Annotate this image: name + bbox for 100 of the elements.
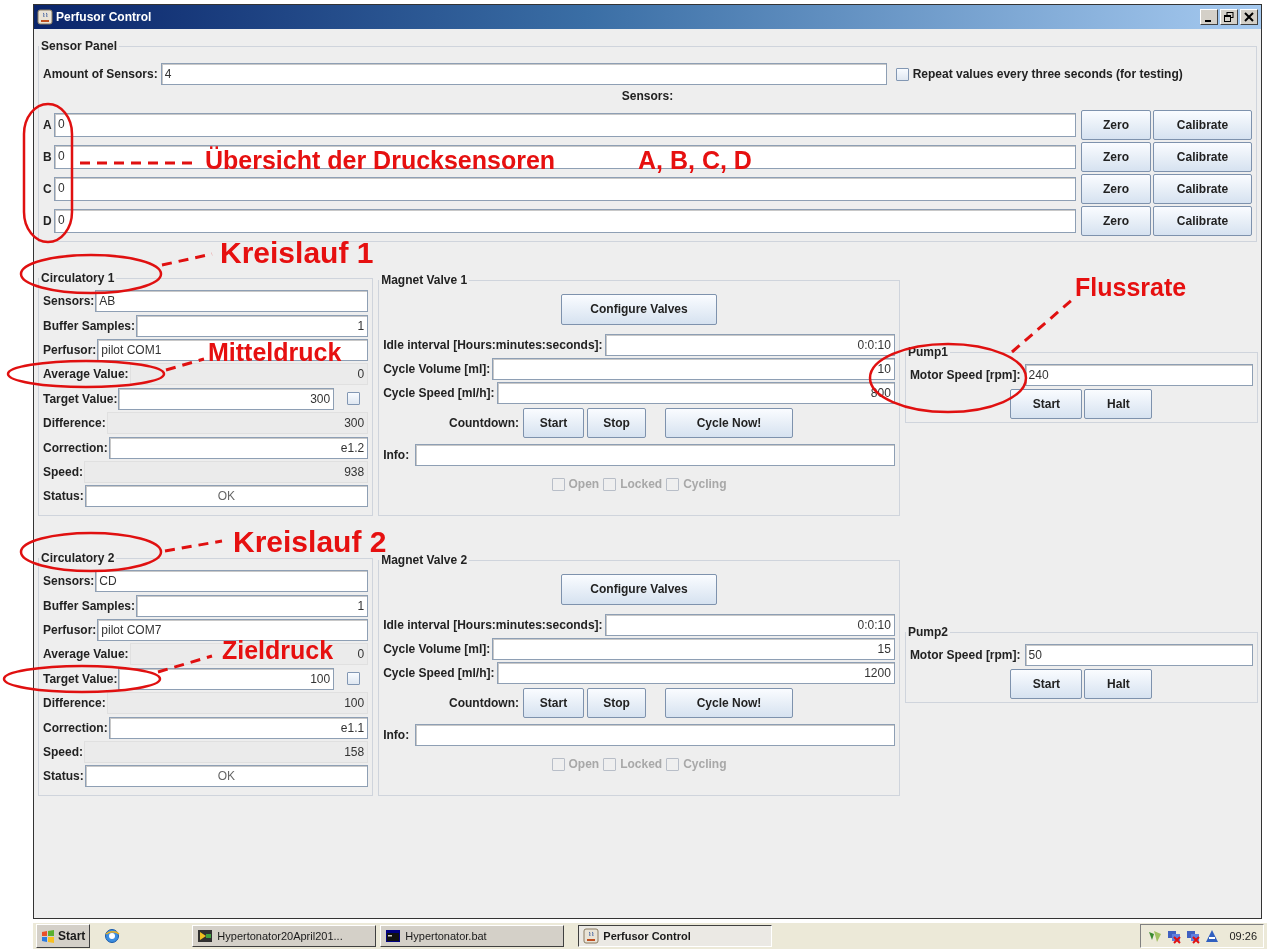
button[interactable]: Zero [1081, 142, 1151, 172]
group-title: Magnet Valve 2 [380, 553, 469, 567]
button[interactable]: Calibrate [1153, 142, 1252, 172]
button[interactable]: Stop [587, 688, 646, 718]
text-field[interactable]: 0 [54, 177, 1076, 201]
button[interactable]: Calibrate [1153, 206, 1252, 236]
button[interactable]: Zero [1081, 174, 1151, 204]
readonly-field: 158 [84, 740, 369, 763]
restore-icon [1224, 12, 1234, 22]
minimize-button[interactable] [1200, 9, 1218, 25]
field-label: Average Value: [43, 367, 129, 382]
button[interactable]: Start [523, 688, 584, 718]
leader-line [1011, 297, 1074, 354]
text-field[interactable]: 10 [492, 358, 895, 380]
text-field[interactable]: 50 [1024, 644, 1253, 666]
button[interactable]: Cycle Now! [665, 688, 793, 718]
readonly-field: 0 [129, 363, 369, 386]
field-label: Amount of Sensors: [43, 67, 158, 81]
field-label: Target Value: [43, 671, 118, 686]
button[interactable]: Calibrate [1153, 110, 1252, 140]
field-label: Target Value: [43, 391, 118, 406]
checkbox-label: Cycling [683, 757, 727, 771]
field-label: Sensors: [43, 294, 95, 309]
text-field[interactable]: e1.2 [108, 436, 369, 459]
text-field[interactable]: 1 [136, 594, 369, 617]
taskbar-button[interactable]: Hypertonator.bat [380, 925, 565, 947]
readonly-field: 300 [106, 412, 369, 435]
clock: 09:26 [1229, 930, 1257, 942]
button[interactable]: Halt [1084, 669, 1153, 699]
button[interactable]: Configure Valves [561, 293, 717, 325]
text-field[interactable]: 300 [118, 387, 335, 410]
text-field[interactable]: 1200 [496, 662, 895, 684]
app-icon [37, 9, 53, 25]
text-field[interactable]: 0:0:10 [604, 334, 895, 356]
status-field: OK [84, 485, 369, 508]
text-field[interactable]: 240 [1024, 364, 1253, 386]
annotation-label: Kreislauf 1 [220, 238, 374, 268]
taskbar-button[interactable]: Hypertonator20April201... [192, 925, 377, 947]
taskbar-button[interactable]: Perfusor Control [578, 925, 773, 947]
text-field[interactable]: 0:0:10 [604, 614, 895, 636]
text-field[interactable]: CD [95, 570, 369, 593]
restore-button[interactable] [1220, 9, 1238, 25]
group-title: Magnet Valve 1 [380, 273, 469, 287]
leader-line [157, 654, 213, 674]
field-label: Average Value: [43, 647, 129, 662]
section-heading: Sensors: [620, 89, 675, 103]
button[interactable]: Zero [1081, 206, 1151, 236]
field-label: Speed: [43, 744, 83, 759]
annotation-label: Zieldruck [222, 638, 334, 663]
button[interactable]: Halt [1084, 389, 1153, 419]
checkbox-label: Open [568, 757, 600, 771]
group-title: Sensor Panel [40, 39, 119, 53]
field-label: Perfusor: [43, 342, 97, 357]
text-field[interactable]: 4 [160, 63, 887, 85]
field-label: Motor Speed [rpm]: [909, 368, 1021, 382]
checkbox[interactable] [347, 672, 361, 686]
button[interactable]: Start [1010, 389, 1083, 419]
text-field[interactable]: e1.1 [108, 716, 369, 739]
checkbox-label: Open [568, 477, 600, 491]
group-title: Pump1 [906, 345, 949, 359]
field-label: Cycle Volume [ml]: [383, 362, 491, 376]
text-field[interactable]: 0 [54, 113, 1076, 137]
group-title: Circulatory 2 [40, 551, 116, 565]
button[interactable]: Start [523, 408, 584, 438]
status-field: OK [84, 765, 369, 788]
text-field[interactable] [415, 724, 895, 746]
close-button[interactable] [1240, 9, 1258, 25]
text-field[interactable] [415, 444, 895, 466]
field-label: Cycle Speed [ml/h]: [383, 666, 495, 680]
button[interactable]: Start [1010, 669, 1083, 699]
button[interactable]: Cycle Now! [665, 408, 793, 438]
text-field[interactable]: 0 [54, 209, 1076, 233]
text-field[interactable]: AB [95, 290, 369, 313]
checkbox[interactable] [347, 392, 361, 406]
readonly-field: 100 [106, 692, 369, 715]
group-title: Pump2 [906, 625, 949, 639]
button[interactable]: Calibrate [1153, 174, 1252, 204]
start-button[interactable]: Start [36, 924, 91, 948]
text-field[interactable]: 1 [136, 314, 369, 337]
checkbox-label: Locked [620, 477, 663, 491]
checkbox-label: Repeat values every three seconds (for testing) [912, 67, 1183, 81]
text-field[interactable]: 15 [492, 638, 895, 660]
field-label: Idle interval [Hours:minutes:seconds]: [383, 338, 603, 352]
field-label: Difference: [43, 696, 106, 711]
field-label: Correction: [43, 440, 108, 455]
checkbox[interactable] [895, 67, 909, 81]
button[interactable]: Stop [587, 408, 646, 438]
button[interactable]: Zero [1081, 110, 1151, 140]
text-field[interactable]: pilot COM7 [97, 618, 369, 641]
leader-line [165, 357, 205, 372]
button[interactable]: Configure Valves [561, 573, 717, 605]
field-label: Cycle Speed [ml/h]: [383, 386, 495, 400]
field-label: Difference: [43, 416, 106, 431]
field-label: Info: [383, 728, 410, 742]
field-label: Buffer Samples: [43, 598, 136, 613]
leader-line [164, 539, 223, 553]
sensor-letter: A [43, 118, 52, 132]
close-icon [1244, 12, 1254, 22]
text-field[interactable]: 100 [118, 667, 335, 690]
network-icon [1166, 928, 1183, 944]
